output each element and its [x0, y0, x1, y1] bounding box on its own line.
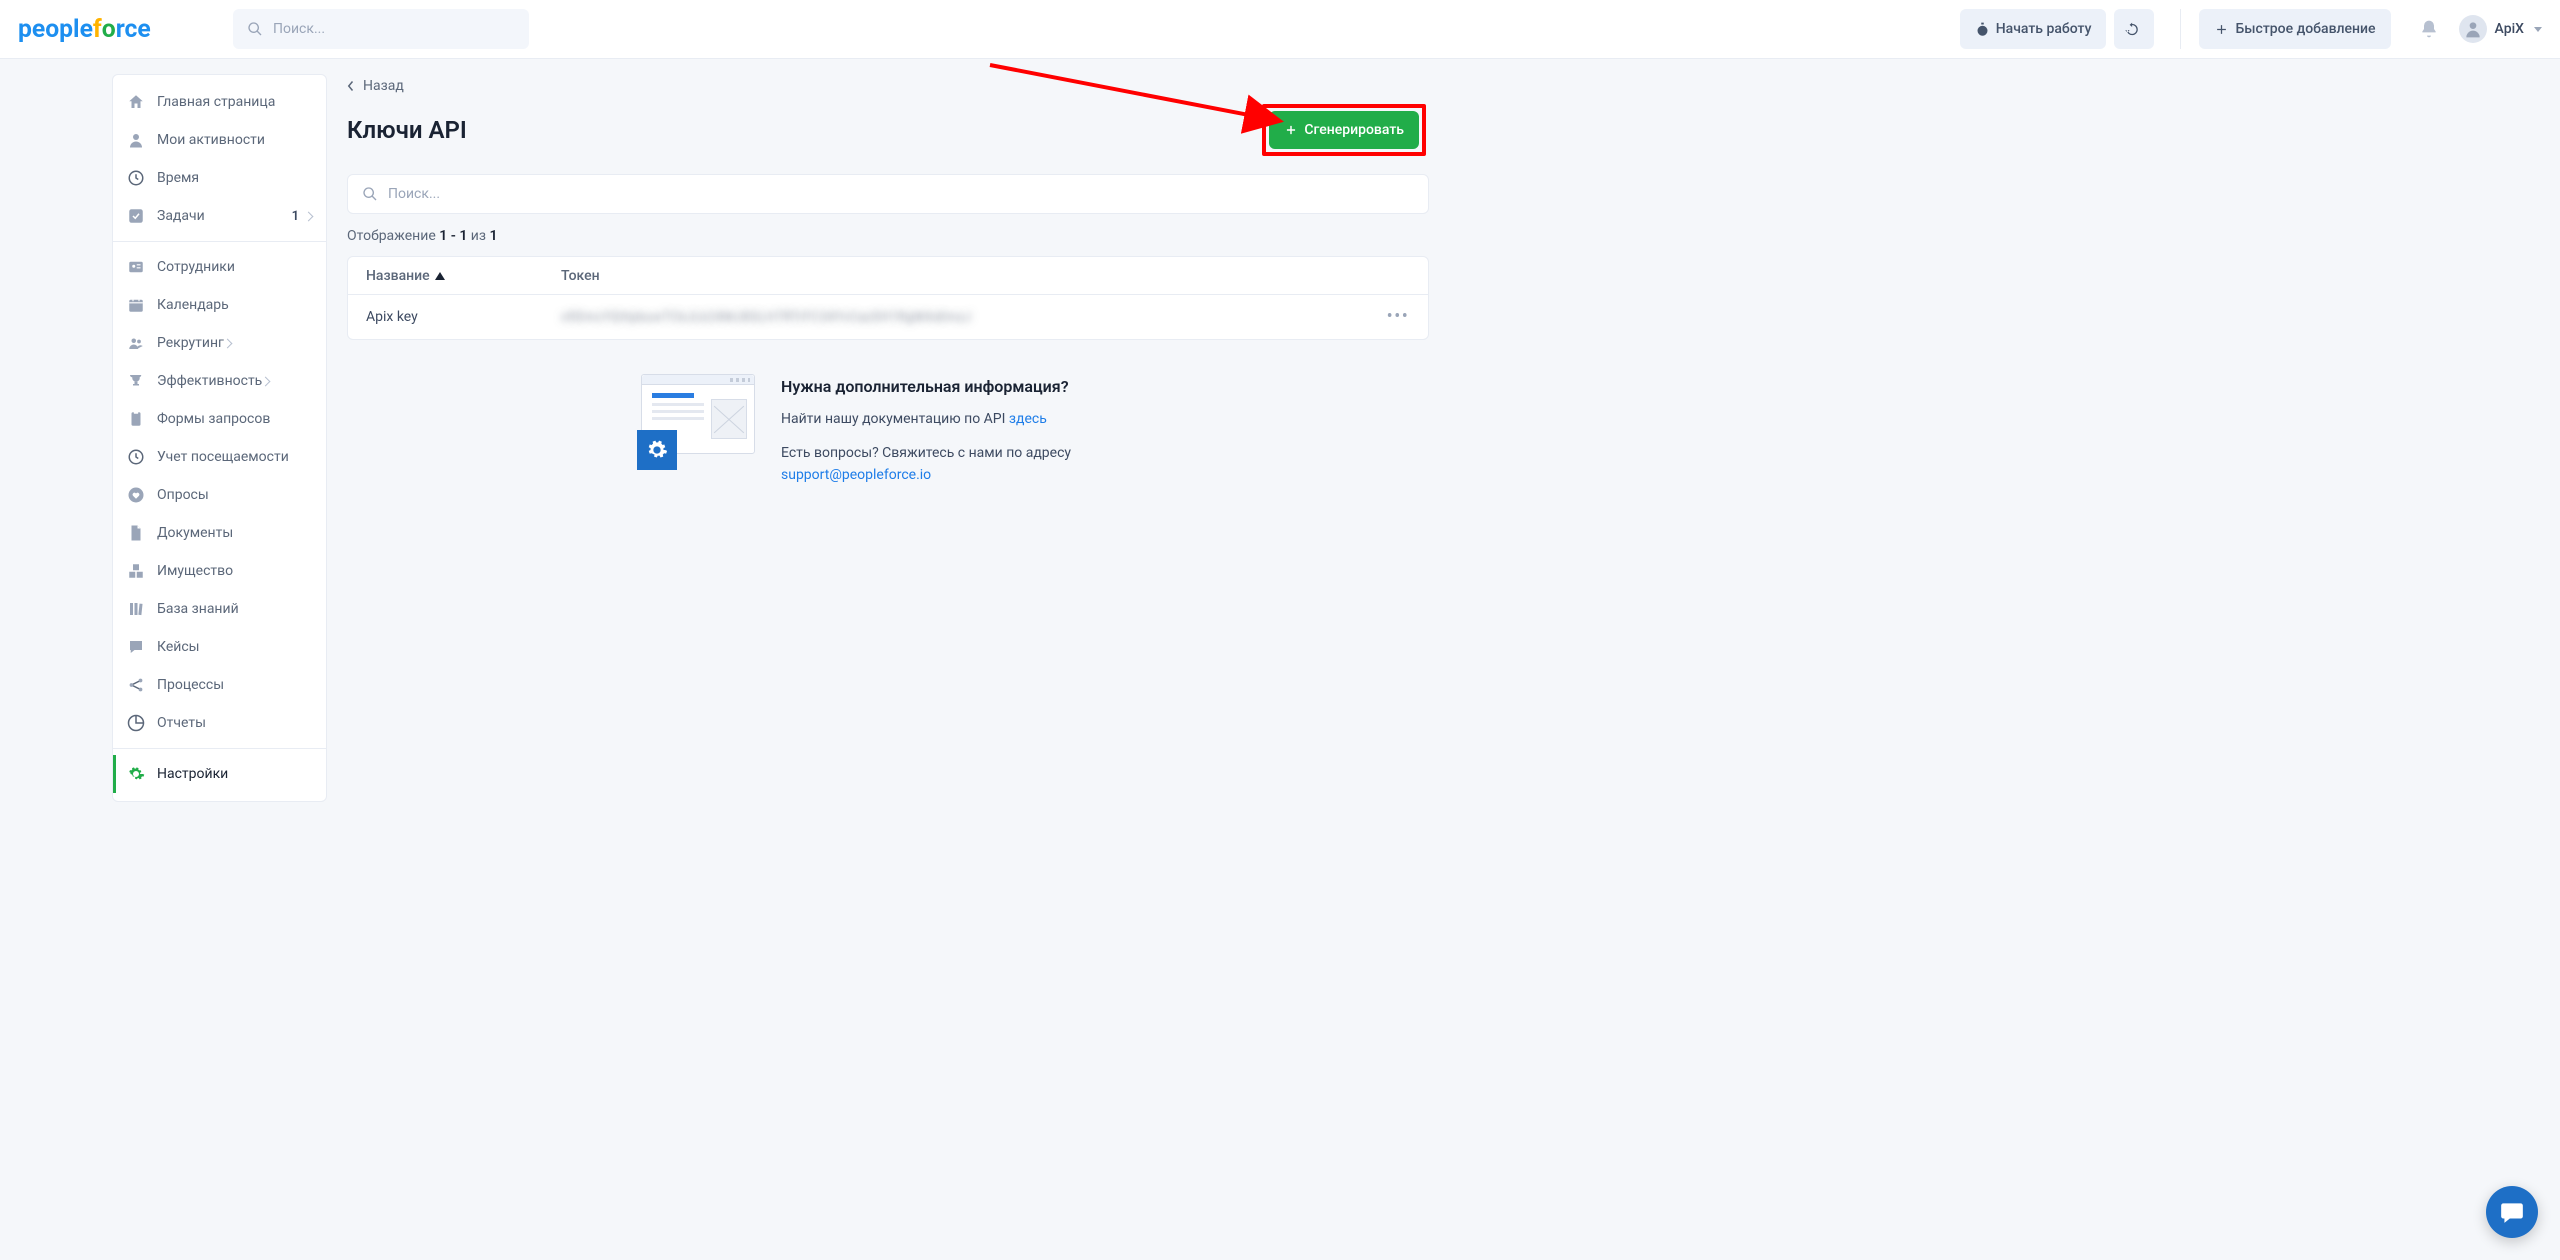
sidebar-item-2[interactable]: Время	[113, 159, 326, 197]
chat-icon	[127, 638, 145, 656]
table-search[interactable]	[347, 174, 1429, 214]
gear-icon	[637, 430, 677, 470]
cell-token: x9DmcYQHpbuwTCkJLk24MJ8GLH7RTrFC34YvCazS…	[561, 310, 1386, 325]
calendar-icon	[127, 296, 145, 314]
doc-icon	[127, 524, 145, 542]
chat-icon	[2499, 1199, 2525, 1225]
check-icon	[127, 207, 145, 225]
sidebar-item-8[interactable]: Эффективность	[113, 362, 326, 400]
notifications-icon[interactable]	[2419, 19, 2439, 39]
sidebar-item-6[interactable]: Календарь	[113, 286, 326, 324]
sidebar-item-15[interactable]: Кейсы	[113, 628, 326, 666]
cell-name: Apix key	[366, 309, 561, 325]
clock-icon	[127, 448, 145, 466]
sidebar-item-13[interactable]: Имущество	[113, 552, 326, 590]
back-link[interactable]: Назад	[347, 78, 404, 94]
boxes-icon	[127, 562, 145, 580]
info-illustration	[637, 374, 755, 470]
api-keys-table: Название Токен Apix key x9DmcYQHpbuwTCkJ…	[347, 256, 1429, 340]
table-search-input[interactable]	[388, 186, 1414, 202]
gear-icon	[127, 765, 145, 783]
sort-asc-icon	[435, 272, 445, 280]
recent-button[interactable]	[2114, 9, 2154, 49]
pie-icon	[127, 714, 145, 732]
share-icon	[127, 676, 145, 694]
page-title: Ключи API	[347, 116, 467, 144]
quick-add-button[interactable]: Быстрое добавление	[2199, 9, 2390, 49]
search-icon	[247, 21, 263, 37]
sidebar-item-14[interactable]: База знаний	[113, 590, 326, 628]
generate-button[interactable]: Сгенерировать	[1269, 111, 1419, 149]
info-heading: Нужна дополнительная информация?	[781, 374, 1071, 400]
clock-icon	[127, 169, 145, 187]
chevron-right-icon	[261, 376, 271, 386]
sidebar-item-12[interactable]: Документы	[113, 514, 326, 552]
home-icon	[127, 93, 145, 111]
col-header-token[interactable]: Токен	[561, 268, 600, 284]
sidebar-item-11[interactable]: Опросы	[113, 476, 326, 514]
clip-icon	[127, 410, 145, 428]
heart-icon	[127, 486, 145, 504]
table-row: Apix key x9DmcYQHpbuwTCkJLk24MJ8GLH7RTrF…	[348, 295, 1428, 339]
user-menu[interactable]: ApiX	[2459, 15, 2542, 43]
user-icon	[127, 131, 145, 149]
chevron-right-icon	[304, 211, 314, 221]
main: Назад Ключи API Сгенерировать Отображени…	[327, 59, 1455, 1260]
plus-icon	[1284, 123, 1298, 137]
badge: 1	[292, 209, 299, 224]
plus-icon	[2214, 22, 2229, 37]
sidebar-item-10[interactable]: Учет посещаемости	[113, 438, 326, 476]
col-header-name[interactable]: Название	[366, 268, 561, 284]
sidebar-item-16[interactable]: Процессы	[113, 666, 326, 704]
info-panel: Нужна дополнительная информация? Найти н…	[347, 374, 1429, 487]
username: ApiX	[2495, 21, 2524, 37]
logo[interactable]: peopleforce	[18, 14, 233, 44]
sidebar-item-17[interactable]: Отчеты	[113, 704, 326, 742]
svg-text:peopleforce: peopleforce	[18, 15, 151, 44]
sidebar-item-0[interactable]: Главная страница	[113, 83, 326, 121]
caret-down-icon	[2534, 27, 2542, 32]
sidebar-item-7[interactable]: Рекрутинг	[113, 324, 326, 362]
books-icon	[127, 600, 145, 618]
sidebar-item-5[interactable]: Сотрудники	[113, 248, 326, 286]
search-icon	[362, 186, 378, 202]
start-work-button[interactable]: Начать работу	[1960, 9, 2107, 49]
sidebar-item-9[interactable]: Формы запросов	[113, 400, 326, 438]
stopwatch-icon	[1975, 22, 1990, 37]
idcard-icon	[127, 258, 145, 276]
support-email-link[interactable]: support@peopleforce.io	[781, 467, 931, 483]
people-icon	[127, 334, 145, 352]
history-icon	[2124, 22, 2139, 37]
sidebar: Главная страницаМои активностиВремяЗадач…	[112, 59, 327, 1260]
sidebar-item-19[interactable]: Настройки	[113, 755, 326, 793]
avatar	[2459, 15, 2487, 43]
topbar: peopleforce Поиск... Начать работу Быстр…	[0, 0, 2560, 59]
chat-fab[interactable]	[2486, 1186, 2538, 1238]
row-actions-button[interactable]: •••	[1386, 305, 1410, 329]
sidebar-item-1[interactable]: Мои активности	[113, 121, 326, 159]
global-search-placeholder: Поиск...	[273, 21, 325, 37]
trophy-icon	[127, 372, 145, 390]
annotation-highlight: Сгенерировать	[1262, 104, 1426, 156]
global-search[interactable]: Поиск...	[233, 9, 529, 49]
sidebar-item-3[interactable]: Задачи1	[113, 197, 326, 235]
chevron-left-icon	[347, 80, 355, 92]
result-count: Отображение 1 - 1 из 1	[347, 228, 1429, 244]
docs-link[interactable]: здесь	[1009, 411, 1047, 427]
